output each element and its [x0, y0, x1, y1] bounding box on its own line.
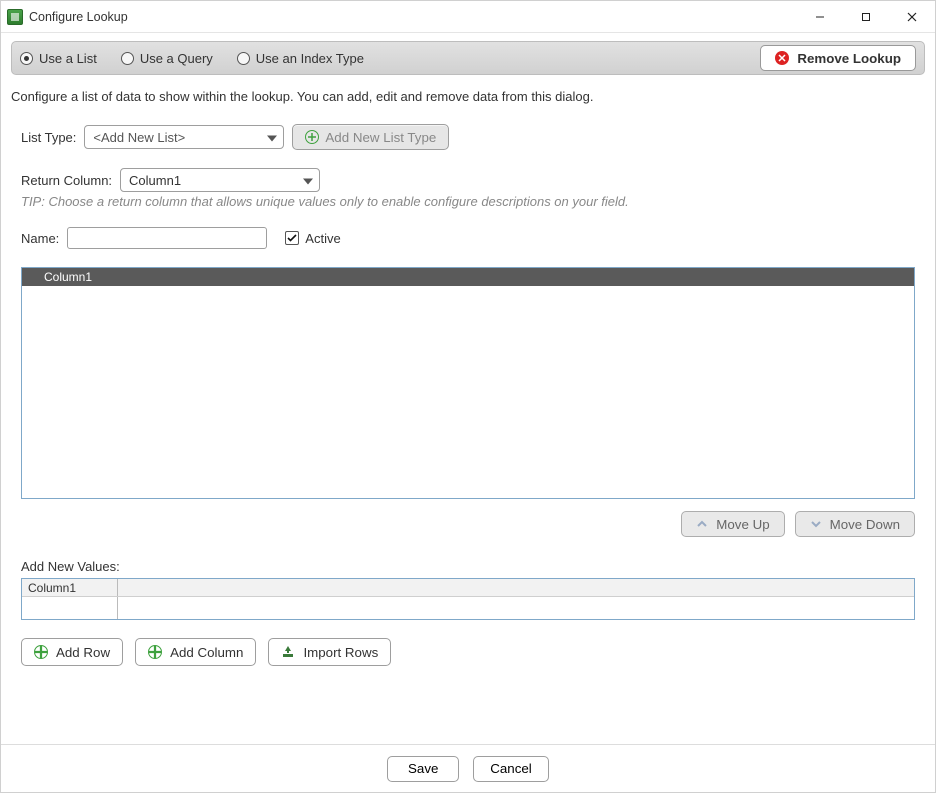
- active-label: Active: [305, 231, 340, 246]
- add-column-label: Add Column: [170, 645, 243, 660]
- remove-icon: [775, 51, 789, 65]
- add-values-grid: Column1: [21, 578, 915, 620]
- titlebar: Configure Lookup: [1, 1, 935, 33]
- add-new-list-type-button[interactable]: Add New List Type: [292, 124, 449, 150]
- return-column-row: Return Column: Column1: [21, 168, 925, 192]
- list-type-value: <Add New List>: [93, 130, 185, 145]
- chevron-down-icon: [810, 519, 822, 529]
- active-checkbox[interactable]: Active: [285, 231, 340, 246]
- use-query-radio[interactable]: Use a Query: [121, 51, 213, 66]
- move-down-label: Move Down: [830, 517, 900, 532]
- add-row-button[interactable]: Add Row: [21, 638, 123, 666]
- grid-header: Column1: [22, 268, 914, 286]
- name-row: Name: Active: [21, 227, 925, 249]
- window-title: Configure Lookup: [29, 10, 128, 24]
- radio-dot-icon: [121, 52, 134, 65]
- plus-circle-icon: [305, 130, 319, 144]
- chevron-up-icon: [696, 519, 708, 529]
- use-list-label: Use a List: [39, 51, 97, 66]
- return-column-value: Column1: [129, 173, 181, 188]
- cancel-button[interactable]: Cancel: [473, 756, 549, 782]
- list-type-dropdown[interactable]: <Add New List>: [84, 125, 284, 149]
- use-index-radio[interactable]: Use an Index Type: [237, 51, 364, 66]
- window-controls: [797, 1, 935, 32]
- grid-body[interactable]: [22, 286, 914, 498]
- remove-lookup-label: Remove Lookup: [797, 51, 901, 66]
- radio-dot-icon: [237, 52, 250, 65]
- use-index-label: Use an Index Type: [256, 51, 364, 66]
- add-column-button[interactable]: Add Column: [135, 638, 256, 666]
- plus-circle-icon: [148, 645, 162, 659]
- move-up-label: Move Up: [716, 517, 769, 532]
- chevron-down-icon: [267, 130, 277, 145]
- lookup-source-radio-group: Use a List Use a Query Use an Index Type: [20, 51, 364, 66]
- checkbox-icon: [285, 231, 299, 245]
- save-label: Save: [408, 761, 438, 776]
- tool-buttons: Add Row Add Column Import Rows: [21, 638, 915, 666]
- grid-column-header: Column1: [44, 270, 92, 284]
- add-new-values-label: Add New Values:: [21, 559, 925, 574]
- name-input[interactable]: [67, 227, 267, 249]
- save-button[interactable]: Save: [387, 756, 459, 782]
- add-values-row-key: [22, 597, 118, 619]
- minimize-button[interactable]: [797, 1, 843, 32]
- chevron-down-icon: [303, 173, 313, 188]
- list-type-label: List Type:: [21, 130, 76, 145]
- add-values-col-header: Column1: [22, 579, 118, 596]
- move-buttons: Move Up Move Down: [11, 511, 915, 537]
- radio-dot-icon: [20, 52, 33, 65]
- remove-lookup-button[interactable]: Remove Lookup: [760, 45, 916, 71]
- use-list-radio[interactable]: Use a List: [20, 51, 97, 66]
- close-button[interactable]: [889, 1, 935, 32]
- import-rows-button[interactable]: Import Rows: [268, 638, 391, 666]
- return-column-label: Return Column:: [21, 173, 112, 188]
- import-rows-label: Import Rows: [303, 645, 378, 660]
- add-new-list-type-label: Add New List Type: [325, 130, 436, 145]
- add-values-header: Column1: [22, 579, 914, 597]
- lookup-values-grid[interactable]: Column1: [21, 267, 915, 499]
- dialog-footer: Save Cancel: [1, 744, 935, 792]
- cancel-label: Cancel: [490, 761, 532, 776]
- lookup-source-bar: Use a List Use a Query Use an Index Type…: [11, 41, 925, 75]
- use-query-label: Use a Query: [140, 51, 213, 66]
- maximize-button[interactable]: [843, 1, 889, 32]
- app-icon: [7, 9, 23, 25]
- return-column-tip: TIP: Choose a return column that allows …: [21, 194, 925, 209]
- move-down-button[interactable]: Move Down: [795, 511, 915, 537]
- add-row-label: Add Row: [56, 645, 110, 660]
- add-values-row: [22, 597, 914, 619]
- list-type-row: List Type: <Add New List> Add New List T…: [21, 124, 925, 150]
- import-icon: [281, 645, 295, 659]
- move-up-button[interactable]: Move Up: [681, 511, 784, 537]
- add-values-row-input[interactable]: [118, 597, 914, 619]
- description-text: Configure a list of data to show within …: [11, 89, 925, 104]
- name-label: Name:: [21, 231, 59, 246]
- return-column-dropdown[interactable]: Column1: [120, 168, 320, 192]
- plus-circle-icon: [34, 645, 48, 659]
